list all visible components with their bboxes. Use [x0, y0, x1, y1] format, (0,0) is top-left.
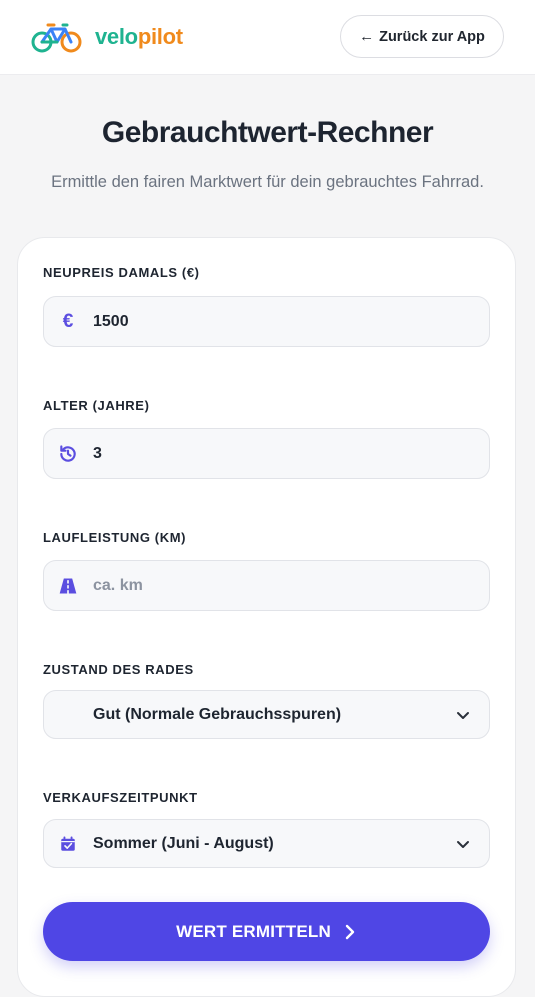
- chevron-right-icon: [345, 924, 355, 939]
- back-to-app-button[interactable]: ← Zurück zur App: [340, 15, 504, 58]
- logo[interactable]: velopilot: [31, 20, 183, 54]
- calculator-card: [17, 237, 516, 997]
- brand-name: velopilot: [95, 24, 183, 50]
- age-input[interactable]: 3: [43, 428, 490, 479]
- euro-icon: €: [62, 310, 74, 332]
- brand-part-velo: velo: [95, 24, 138, 49]
- history-icon: [58, 444, 78, 464]
- price-label: NEUPREIS DAMALS (€): [43, 265, 200, 280]
- mileage-label: LAUFLEISTUNG (KM): [43, 530, 187, 545]
- page-title: Gebrauchtwert-Rechner: [101, 116, 434, 149]
- brand-part-pilot: pilot: [137, 24, 183, 49]
- condition-label: ZUSTAND DES RADES: [43, 662, 194, 677]
- mileage-input[interactable]: ca. km: [43, 560, 490, 611]
- chevron-down-icon: [457, 840, 469, 848]
- season-label: VERKAUFSZEITPUNKT: [43, 790, 198, 805]
- price-input[interactable]: € 1500: [43, 296, 490, 347]
- condition-select[interactable]: Gut (Normale Gebrauchsspuren): [43, 690, 490, 739]
- app-header: velopilot ← Zurück zur App: [0, 0, 535, 75]
- mileage-placeholder: ca. km: [93, 576, 143, 594]
- age-value: 3: [93, 444, 102, 462]
- calculate-value-button[interactable]: WERT ERMITTELN: [43, 902, 490, 961]
- condition-selected: Gut (Normale Gebrauchsspuren): [93, 705, 342, 723]
- price-value: 1500: [93, 312, 129, 330]
- chevron-down-icon: [457, 711, 469, 719]
- arrow-left-icon: ←: [359, 28, 375, 45]
- page-subtitle: Ermittle den fairen Marktwert für dein g…: [51, 173, 484, 191]
- season-selected: Sommer (Juni - August): [93, 834, 274, 852]
- calendar-icon: [58, 834, 78, 854]
- age-label: ALTER (JAHRE): [43, 398, 150, 413]
- back-button-label: Zurück zur App: [379, 28, 485, 45]
- road-icon: [58, 576, 78, 596]
- calculate-button-label: WERT ERMITTELN: [176, 921, 331, 941]
- season-select[interactable]: Sommer (Juni - August): [43, 819, 490, 868]
- bicycle-icon: [31, 23, 82, 53]
